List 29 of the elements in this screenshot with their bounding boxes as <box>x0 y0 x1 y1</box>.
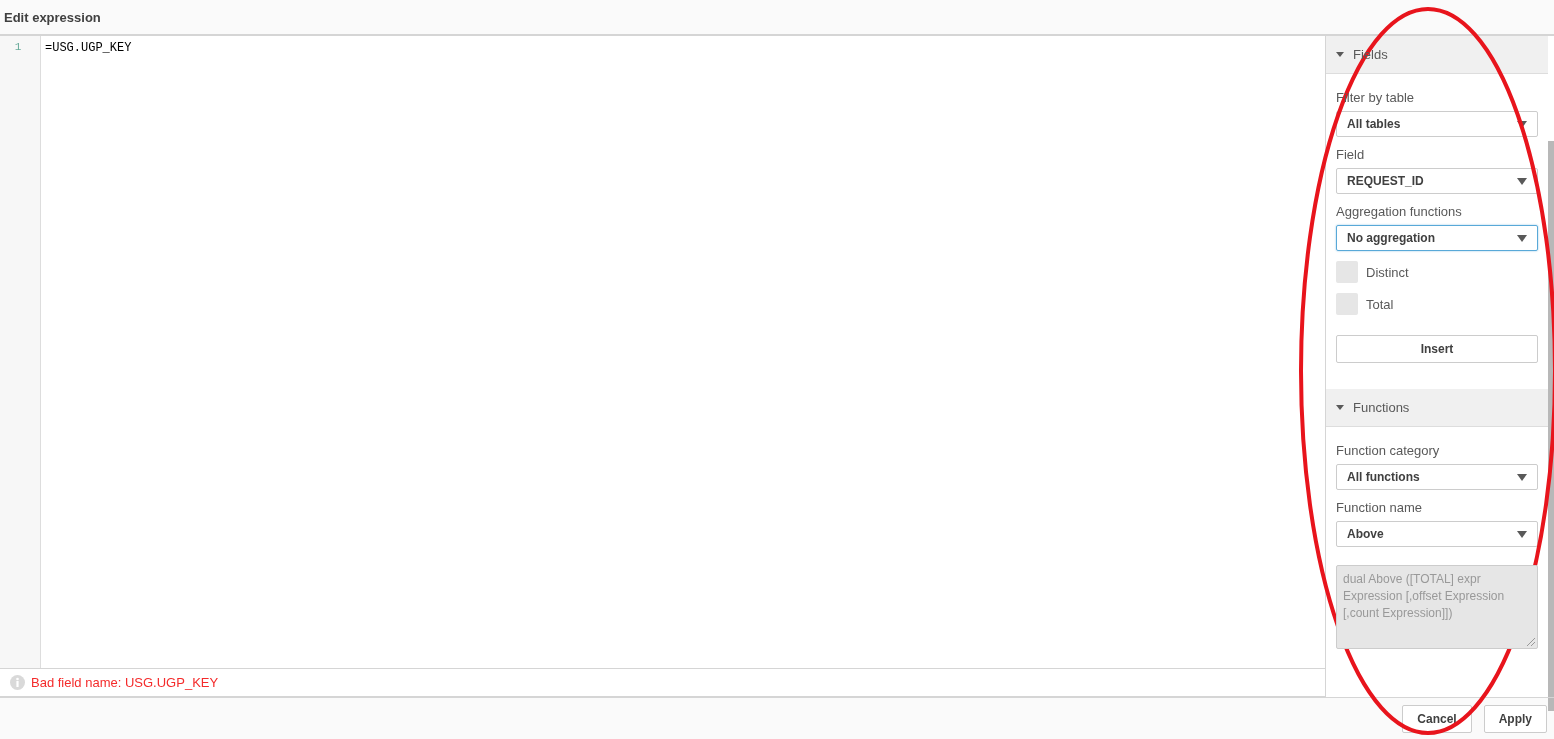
dropdown[interactable]: Above <box>1336 521 1538 547</box>
caret-icon <box>1517 530 1527 538</box>
caret-icon <box>1517 234 1527 242</box>
caret-icon <box>1517 177 1527 185</box>
description-box: dual Above ([TOTAL] expr Expression [,offset Expression [,count Expression]]) <box>1336 565 1538 649</box>
dropdown[interactable]: All tables <box>1336 111 1538 137</box>
checkbox[interactable] <box>1336 261 1358 283</box>
line-number: 1 <box>13 41 23 53</box>
checkbox[interactable] <box>1336 293 1358 315</box>
dropdown[interactable]: All functions <box>1336 464 1538 490</box>
caret-icon <box>1517 120 1527 128</box>
scrollbar-thumb[interactable] <box>1548 141 1554 711</box>
dialog-button[interactable]: Apply <box>1483 704 1547 733</box>
field-label: Field <box>1336 147 1366 162</box>
field-label: Function name <box>1336 500 1423 515</box>
code-editor[interactable]: 1 =USG.UGP_KEY <box>0 36 1325 669</box>
insert-button[interactable]: Insert <box>1336 335 1538 363</box>
checkbox-label: Distinct <box>1366 264 1409 280</box>
caret-icon <box>1517 473 1527 481</box>
dropdown[interactable]: REQUEST_ID <box>1336 168 1538 194</box>
error-message: Bad field name: USG.UGP_KEY <box>31 675 219 690</box>
info-icon <box>10 675 25 690</box>
checkbox-label: Total <box>1366 296 1394 312</box>
dropdown[interactable]: No aggregation <box>1336 225 1538 251</box>
field-label: Aggregation functions <box>1336 204 1463 219</box>
dialog-title: Edit expression <box>4 9 101 25</box>
code-line: =USG.UGP_KEY <box>45 41 132 55</box>
field-label: Function category <box>1336 443 1441 458</box>
section-header[interactable]: Functions <box>1326 389 1548 427</box>
